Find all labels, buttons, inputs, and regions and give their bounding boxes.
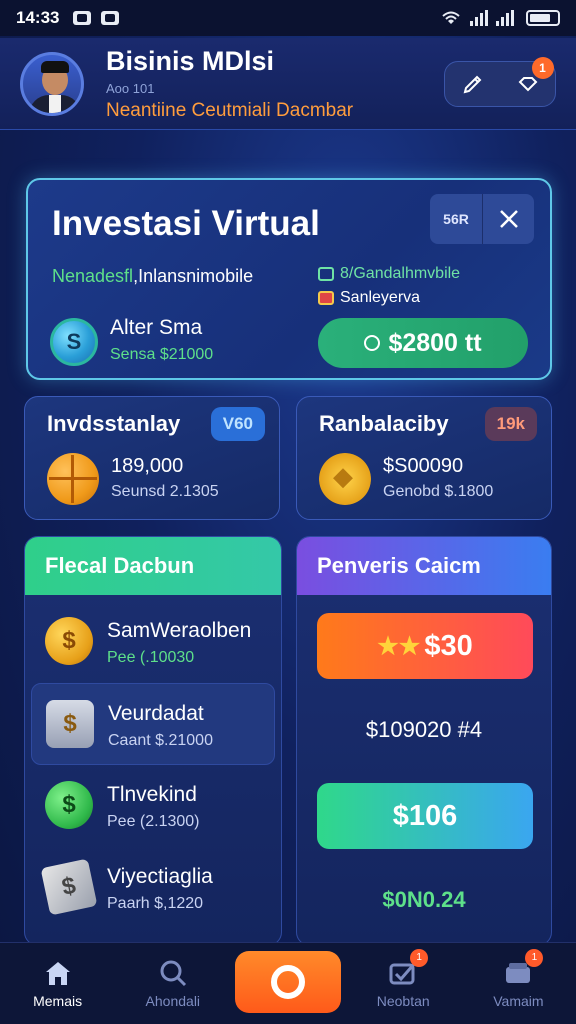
stat-card-badge: 19k	[484, 407, 537, 441]
list-item-title: Viyectiaglia	[107, 865, 213, 888]
stars-icon: ★★	[377, 632, 421, 660]
list-item-title: Tlnvekind	[107, 783, 197, 806]
notifications-button[interactable]: 1	[510, 56, 554, 99]
nav-home[interactable]: Memais	[0, 943, 115, 1024]
signal-icon-2	[496, 10, 514, 26]
panel-title: Flecal Dacbun	[25, 537, 281, 595]
nav-center-action[interactable]	[230, 943, 345, 1024]
list-item-title: Veurdadat	[108, 702, 204, 725]
link-icon	[318, 266, 334, 281]
nav-inbox[interactable]: 1 Neobtan	[346, 943, 461, 1024]
wifi-icon	[442, 11, 460, 24]
bottom-nav: Memais Ahondali 1 Neobtan 1 Vamaim	[0, 942, 576, 1024]
stat-card-sub: Seunsd 2.1305	[111, 483, 219, 500]
app-tagline: Neantiine Ceutmiali Dacmbar	[106, 99, 354, 121]
stat-card[interactable]: Ranbalaciby 19k $S00090 Genobd $.1800	[296, 396, 552, 520]
nav-badge: 1	[525, 948, 544, 967]
app-notification-icon	[101, 11, 120, 25]
notification-badge: 1	[531, 56, 554, 79]
nav-badge: 1	[410, 948, 429, 967]
stat-card[interactable]: Invdsstanlay V60 189,000 Seunsd 2.1305	[24, 396, 280, 520]
close-button[interactable]	[482, 194, 534, 244]
app-title: Bisinis MDlsi	[106, 45, 275, 76]
list-item-sub: Caant $.21000	[108, 732, 213, 749]
edit-button[interactable]	[455, 69, 491, 99]
dollar-coin-icon: $	[45, 617, 93, 665]
list-item[interactable]: $ Viyectiaglia Paarh $,1220	[31, 847, 275, 929]
asset-balance: Sensa $21000	[110, 346, 214, 363]
header-actions: 1	[444, 56, 556, 107]
cards-icon: $	[40, 858, 98, 916]
home-icon	[45, 961, 70, 985]
coin-icon: S	[50, 318, 98, 366]
search-icon	[160, 960, 186, 986]
center-action-button[interactable]	[235, 950, 341, 1013]
close-icon	[499, 210, 518, 228]
coin-outline-icon	[364, 335, 381, 351]
list-item[interactable]: $ SamWeraolben Pee (.10030	[31, 601, 275, 683]
nav-wallet[interactable]: 1 Vamaim	[461, 943, 576, 1024]
list-item[interactable]: $ Veurdadat Caant $.21000	[31, 683, 275, 765]
flag-icon	[318, 290, 334, 305]
nav-search[interactable]: Ahondali	[115, 943, 230, 1024]
transactions-panel: Flecal Dacbun $ SamWeraolben Pee (.10030…	[24, 536, 282, 946]
card-title: Investasi Virtual	[52, 204, 320, 243]
star-badge-icon	[319, 453, 371, 505]
stat-card-sub: Genobd $.1800	[383, 483, 494, 500]
ring-icon	[271, 964, 305, 999]
reward-button[interactable]: ★★ $30	[317, 613, 533, 679]
pen-icon	[463, 75, 481, 93]
panel-title: Penveris Caicm	[297, 537, 551, 595]
app-subtitle: Aoo 101	[106, 80, 155, 96]
reward-button[interactable]: $106	[317, 783, 533, 849]
status-bar: 14:33	[0, 0, 576, 36]
asset-name: Alter Sma	[110, 316, 203, 339]
reward-value: $0N0.24	[382, 887, 466, 912]
list-item-sub: Pee (2.1300)	[107, 813, 200, 830]
status-time: 14:33	[16, 8, 60, 27]
battery-icon	[526, 10, 560, 26]
basketball-icon	[47, 453, 99, 505]
list-item[interactable]: $ Tlnvekind Pee (2.1300)	[31, 765, 275, 847]
dollar-green-icon: $	[45, 781, 93, 829]
amount-button[interactable]: $2800 tt	[318, 318, 528, 368]
reward-value: $109020 #4	[365, 717, 483, 742]
card-subtitle: Nenadesfl,Inlansnimobile	[52, 266, 254, 286]
investment-card: Investasi Virtual 56R Nenadesfl,Inlansni…	[26, 178, 552, 380]
list-item-title: SamWeraolben	[107, 619, 252, 642]
list-item-sub: Pee (.10030	[107, 649, 195, 666]
wallet-icon: $	[46, 700, 94, 748]
stat-card-title: Invdsstanlay	[47, 411, 181, 436]
app-header: Bisinis MDlsi Aoo 101 Neantiine Ceutmial…	[0, 38, 576, 130]
stat-card-value: $S00090	[383, 455, 464, 477]
stat-card-title: Ranbalaciby	[319, 411, 449, 436]
list-item-sub: Paarh $,1220	[107, 895, 204, 912]
stat-card-value: 189,000	[111, 455, 184, 477]
card-action-button[interactable]: 56R	[430, 194, 482, 244]
avatar[interactable]	[20, 51, 84, 116]
signal-icon	[470, 10, 488, 26]
stat-card-badge: V60	[210, 407, 265, 441]
card-info: 8/Gandalhmvbile Sanleyerva	[318, 262, 460, 310]
rewards-panel: Penveris Caicm ★★ $30 $109020 #4 $106 $0…	[296, 536, 552, 946]
mail-icon	[73, 11, 92, 25]
